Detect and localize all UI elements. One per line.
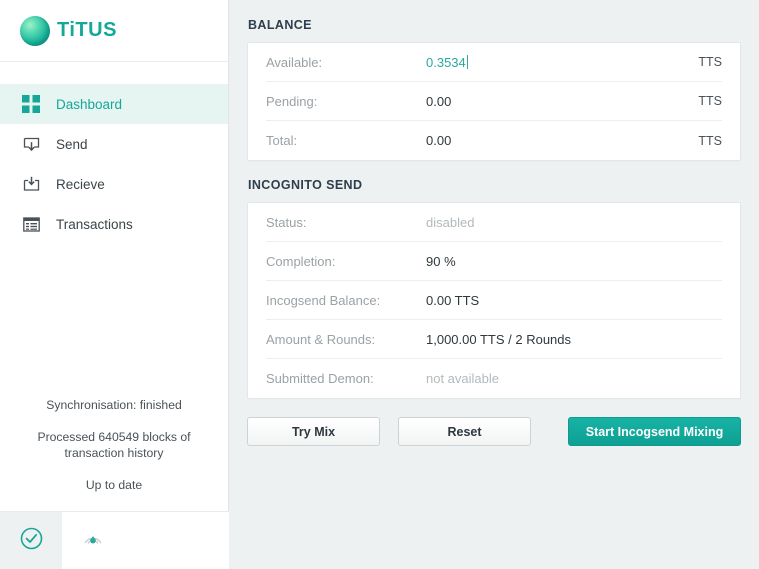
incogsend-balance-value: 0.00 TTS xyxy=(426,292,480,308)
balance-section-title: BALANCE xyxy=(248,18,312,32)
balance-card: Available: 0.3534 TTS Pending: 0.00 TTS … xyxy=(247,42,741,161)
incognito-row-balance: Incogsend Balance: 0.00 TTS xyxy=(266,281,722,320)
available-balance-value[interactable]: 0.3534 xyxy=(426,54,698,70)
incognito-row-status: Status: disabled xyxy=(266,203,722,242)
incognito-row-submitted-demon: Submitted Demon: not available xyxy=(266,359,722,398)
balance-row-available: Available: 0.3534 TTS xyxy=(266,43,722,82)
try-mix-button[interactable]: Try Mix xyxy=(247,417,380,446)
sidebar: TiTUS Dashboard Send Recieve Transaction… xyxy=(0,0,229,569)
row-unit: TTS xyxy=(698,133,722,148)
sidebar-item-dashboard[interactable]: Dashboard xyxy=(0,84,228,124)
sidebar-item-transactions[interactable]: Transactions xyxy=(0,204,228,244)
reset-button[interactable]: Reset xyxy=(398,417,531,446)
brand-logo: TiTUS xyxy=(0,0,228,62)
signal-broadcast-icon xyxy=(81,526,105,555)
sidebar-item-recieve[interactable]: Recieve xyxy=(0,164,228,204)
sidebar-item-label: Send xyxy=(56,136,88,152)
text-cursor xyxy=(466,54,468,69)
sidebar-nav: Dashboard Send Recieve Transactions xyxy=(0,84,228,244)
row-label: Amount & Rounds: xyxy=(266,331,376,347)
row-label: Submitted Demon: xyxy=(266,371,374,386)
grid-icon xyxy=(20,93,42,115)
submitted-demon-value: not available xyxy=(426,371,499,386)
row-unit: TTS xyxy=(698,55,722,69)
sync-status-text: Synchronisation: finished xyxy=(46,398,182,412)
pending-balance-value: 0.00 xyxy=(426,93,452,109)
sidebar-item-label: Dashboard xyxy=(56,96,123,112)
row-label: Pending: xyxy=(266,93,318,109)
titus-sphere-logo-icon xyxy=(20,15,50,46)
main-content: BALANCE Available: 0.3534 TTS Pending: 0… xyxy=(229,0,759,569)
sidebar-item-label: Transactions xyxy=(56,216,133,232)
row-label: Available: xyxy=(266,54,323,70)
row-label: Completion: xyxy=(266,253,336,269)
check-circle-icon xyxy=(19,526,44,556)
sync-blocks-text: Processed 640549 blocks of transaction h… xyxy=(37,430,191,460)
start-incogsend-mixing-button[interactable]: Start Incogsend Mixing xyxy=(568,417,741,446)
sync-uptodate-text: Up to date xyxy=(85,478,143,492)
total-balance-value: 0.00 xyxy=(426,133,452,148)
row-label: Total: xyxy=(266,133,298,148)
action-button-row: Try Mix Reset Start Incogsend Mixing xyxy=(247,417,741,446)
sidebar-item-label: Recieve xyxy=(56,176,105,192)
brand-name: TiTUS xyxy=(57,19,117,41)
receive-tray-icon xyxy=(20,173,42,195)
row-label: Incogsend Balance: xyxy=(266,292,381,308)
sync-status-indicator[interactable] xyxy=(0,511,62,569)
row-label: Status: xyxy=(266,214,307,230)
balance-row-pending: Pending: 0.00 TTS xyxy=(266,82,722,121)
wallet-window: TiTUS Dashboard Send Recieve Transaction… xyxy=(0,0,759,569)
sync-status-block: Synchronisation: finished Processed 6405… xyxy=(0,397,228,511)
row-unit: TTS xyxy=(698,94,722,108)
sidebar-item-send[interactable]: Send xyxy=(0,124,228,164)
incognito-row-completion: Completion: 90 % xyxy=(266,242,722,281)
incognito-completion-value: 90 % xyxy=(426,253,456,269)
incognito-send-card: Status: disabled Completion: 90 % Incogs… xyxy=(247,202,741,399)
amount-rounds-value: 1,000.00 TTS / 2 Rounds xyxy=(426,331,572,347)
network-status-indicator[interactable] xyxy=(62,512,124,569)
list-window-icon xyxy=(20,213,42,235)
balance-row-total: Total: 0.00 TTS xyxy=(266,121,722,160)
incognito-section-title: INCOGNITO SEND xyxy=(248,178,363,192)
status-bar xyxy=(0,511,229,569)
incognito-status-value: disabled xyxy=(426,214,475,230)
incognito-row-amount-rounds: Amount & Rounds: 1,000.00 TTS / 2 Rounds xyxy=(266,320,722,359)
nav-top-gap xyxy=(0,62,228,84)
send-box-icon xyxy=(20,133,42,155)
